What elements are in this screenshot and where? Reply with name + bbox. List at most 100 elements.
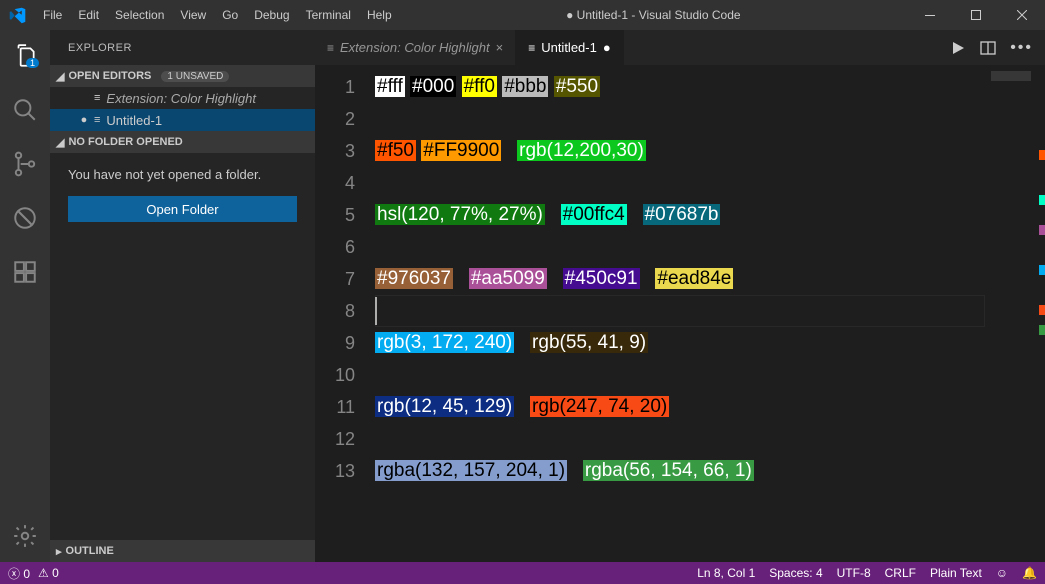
line-number[interactable]: 9 [315,327,355,359]
sidebar-title: EXPLORER [50,30,315,65]
file-icon: ≡ [94,92,100,104]
code-line[interactable]: rgba(132, 157, 204, 1) rgba(56, 154, 66,… [375,455,985,487]
code-line[interactable] [375,167,985,199]
split-editor-icon[interactable] [980,40,996,56]
editor-tab[interactable]: ≡ Extension: Color Highlight × [315,30,516,65]
line-number[interactable]: 2 [315,103,355,135]
modified-dot-icon: ● [80,114,88,126]
menu-bar: FileEditSelectionViewGoDebugTerminalHelp [35,0,400,30]
editor-tab[interactable]: ≡Untitled-1● [516,30,624,65]
menu-debug[interactable]: Debug [246,0,297,30]
cursor-position[interactable]: Ln 8, Col 1 [697,566,755,580]
open-editors-section[interactable]: ◢ OPEN EDITORS 1 UNSAVED [50,65,315,87]
status-bar: ⓧ 0 ⚠ 0 Ln 8, Col 1 Spaces: 4 UTF-8 CRLF… [0,562,1045,584]
code-line[interactable] [375,103,985,135]
code-line[interactable] [375,231,985,263]
window-title: ● Untitled-1 - Visual Studio Code [400,8,907,22]
color-token: #07687b [643,204,721,225]
explorer-icon[interactable]: 1 [0,36,50,76]
line-number[interactable]: 1 [315,71,355,103]
chevron-down-icon: ◢ [56,136,64,149]
code-line[interactable]: rgb(12, 45, 129) rgb(247, 74, 20) [375,391,985,423]
menu-file[interactable]: File [35,0,70,30]
titlebar: FileEditSelectionViewGoDebugTerminalHelp… [0,0,1045,30]
color-token: rgb(247, 74, 20) [530,396,669,417]
search-icon[interactable] [0,90,50,130]
file-icon: ≡ [528,41,535,55]
code-line[interactable] [375,295,985,327]
color-token: #550 [554,76,600,97]
overview-mark [1039,305,1045,315]
sidebar-explorer: EXPLORER ◢ OPEN EDITORS 1 UNSAVED ≡ Exten… [50,30,315,562]
activity-bar: 1 [0,30,50,562]
open-editors-label: OPEN EDITORS [68,70,151,82]
line-number[interactable]: 6 [315,231,355,263]
line-number[interactable]: 5 [315,199,355,231]
menu-terminal[interactable]: Terminal [298,0,359,30]
code-line[interactable]: #976037 #aa5099 #450c91 #ead84e [375,263,985,295]
code-line[interactable] [375,423,985,455]
close-icon[interactable]: × [496,40,504,55]
open-editor-item[interactable]: ≡ Extension: Color Highlight [50,87,315,109]
color-token: #ff0 [462,76,497,97]
errors-indicator[interactable]: ⓧ 0 [8,565,30,582]
editor-item-label: Untitled-1 [106,113,162,128]
language-mode[interactable]: Plain Text [930,566,982,580]
color-token: hsl(120, 77%, 27%) [375,204,545,225]
line-number[interactable]: 11 [315,391,355,423]
run-icon[interactable] [950,40,966,56]
scm-icon[interactable] [0,144,50,184]
line-number[interactable]: 12 [315,423,355,455]
no-folder-label: NO FOLDER OPENED [68,136,182,148]
line-number[interactable]: 13 [315,455,355,487]
code-editor[interactable]: 12345678910111213 #fff #000 #ff0 #bbb #5… [315,65,1045,562]
no-folder-message: You have not yet opened a folder. [50,153,315,196]
file-icon: ≡ [327,41,334,55]
code-line[interactable]: #f50 #FF9900 rgb(12,200,30) [375,135,985,167]
minimize-button[interactable] [907,0,953,30]
color-token: rgba(132, 157, 204, 1) [375,460,567,481]
code-line[interactable]: #fff #000 #ff0 #bbb #550 [375,71,985,103]
no-folder-section[interactable]: ◢ NO FOLDER OPENED [50,131,315,153]
line-number[interactable]: 7 [315,263,355,295]
menu-selection[interactable]: Selection [107,0,172,30]
close-button[interactable] [999,0,1045,30]
encoding[interactable]: UTF-8 [837,566,871,580]
color-token: rgba(56, 154, 66, 1) [583,460,754,481]
line-number[interactable]: 3 [315,135,355,167]
menu-help[interactable]: Help [359,0,400,30]
modified-dot-icon[interactable]: ● [603,40,611,55]
menu-view[interactable]: View [172,0,214,30]
more-icon[interactable]: ••• [1010,39,1033,57]
debug-icon[interactable] [0,198,50,238]
extensions-icon[interactable] [0,252,50,292]
code-line[interactable] [375,359,985,391]
feedback-icon[interactable]: ☺ [996,566,1008,580]
overview-mark [1039,195,1045,205]
menu-go[interactable]: Go [214,0,246,30]
maximize-button[interactable] [953,0,999,30]
color-token: #ead84e [655,268,733,289]
line-number[interactable]: 8 [315,295,355,327]
code-line[interactable]: rgb(3, 172, 240) rgb(55, 41, 9) [375,327,985,359]
outline-section[interactable]: ▸ OUTLINE [50,540,315,562]
color-token: rgb(12,200,30) [517,140,646,161]
open-folder-button[interactable]: Open Folder [68,196,297,222]
editor-item-label: Extension: Color Highlight [106,91,256,106]
line-number[interactable]: 4 [315,167,355,199]
settings-icon[interactable] [0,516,50,556]
notifications-icon[interactable]: 🔔 [1022,566,1037,580]
tab-bar: ≡ Extension: Color Highlight × ≡Untitled-1●… [315,30,1045,65]
color-token: #450c91 [563,268,640,289]
minimap[interactable] [985,65,1045,562]
indent-setting[interactable]: Spaces: 4 [769,566,822,580]
menu-edit[interactable]: Edit [70,0,107,30]
eol[interactable]: CRLF [885,566,916,580]
editor-lines[interactable]: #fff #000 #ff0 #bbb #550 #f50 #FF9900 rg… [375,65,985,562]
code-line[interactable]: hsl(120, 77%, 27%) #00ffc4 #07687b [375,199,985,231]
open-editor-item[interactable]: ●≡Untitled-1 [50,109,315,131]
line-number[interactable]: 10 [315,359,355,391]
warnings-indicator[interactable]: ⚠ 0 [38,566,59,580]
tab-label: Extension: Color Highlight [340,40,490,55]
overview-ruler[interactable] [1039,65,1045,562]
